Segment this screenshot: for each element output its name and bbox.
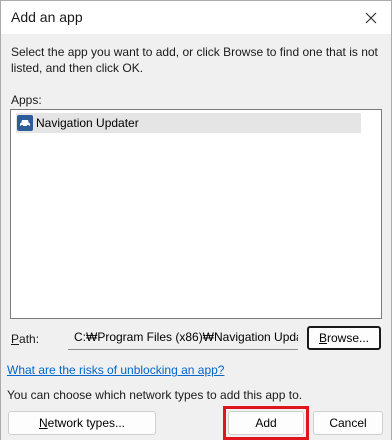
path-field[interactable]: C:₩Program Files (x86)₩Navigation Update… (68, 326, 298, 350)
dialog-content: Select the app you want to add, or click… (1, 34, 391, 440)
close-button[interactable] (351, 1, 391, 34)
cancel-button[interactable]: Cancel (313, 411, 383, 435)
network-info-text: You can choose which network types to ad… (7, 388, 303, 402)
add-button[interactable]: Add (228, 411, 304, 435)
apps-listbox[interactable]: Navigation Updater (10, 109, 382, 319)
close-icon (365, 12, 377, 23)
path-label: Path: (11, 332, 40, 346)
navigation-app-icon (17, 115, 33, 131)
network-types-button[interactable]: Network types... (8, 411, 156, 435)
list-item-label: Navigation Updater (36, 116, 139, 130)
dialog-title: Add an app (11, 9, 83, 25)
list-item[interactable]: Navigation Updater (16, 113, 361, 133)
apps-label: Apps: (11, 93, 42, 107)
risks-link[interactable]: What are the risks of unblocking an app? (7, 363, 224, 377)
browse-button[interactable]: Browse... (307, 326, 381, 350)
add-app-dialog: Add an app Select the app you want to ad… (0, 0, 392, 440)
instructions-text: Select the app you want to add, or click… (11, 45, 378, 75)
title-bar: Add an app (1, 1, 391, 34)
